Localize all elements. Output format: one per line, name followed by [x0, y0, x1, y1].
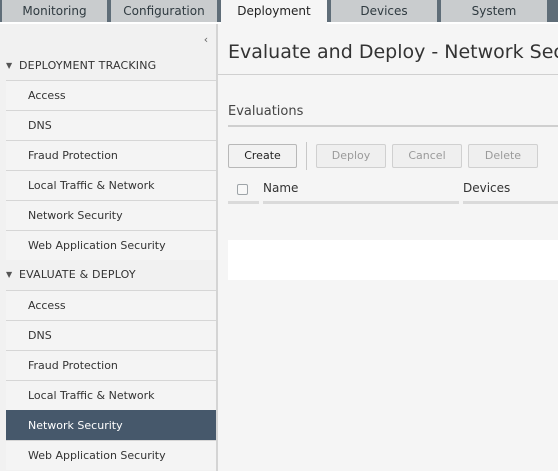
column-rule — [463, 201, 558, 204]
sidebar-item-evaluate-fraud-protection[interactable]: Fraud Protection — [6, 350, 216, 380]
sidebar-item-tracking-access[interactable]: Access — [6, 80, 216, 110]
sidebar-item-tracking-network-security[interactable]: Network Security — [6, 200, 216, 230]
sidebar: ‹ ▼ DEPLOYMENT TRACKING Access DNS Fraud … — [0, 24, 216, 471]
tab-monitoring[interactable]: Monitoring — [2, 0, 107, 22]
sidebar-item-evaluate-network-security[interactable]: Network Security — [6, 410, 216, 440]
column-rule — [263, 201, 459, 204]
divider — [228, 125, 558, 127]
deploy-button[interactable]: Deploy — [316, 144, 386, 168]
section-deployment-tracking[interactable]: ▼ DEPLOYMENT TRACKING — [0, 53, 216, 79]
column-header-devices[interactable]: Devices — [463, 181, 510, 195]
sidebar-item-tracking-fraud-protection[interactable]: Fraud Protection — [6, 140, 216, 170]
tab-system[interactable]: System — [441, 0, 547, 22]
cancel-button[interactable]: Cancel — [392, 144, 462, 168]
select-all-checkbox[interactable] — [237, 184, 248, 195]
sidebar-item-evaluate-dns[interactable]: DNS — [6, 320, 216, 350]
table-body — [228, 240, 558, 280]
divider — [218, 74, 558, 75]
section-label: DEPLOYMENT TRACKING — [19, 59, 157, 72]
chevron-left-icon[interactable]: ‹ — [198, 32, 214, 48]
sidebar-item-tracking-web-app-security[interactable]: Web Application Security — [6, 230, 216, 260]
section-label: EVALUATE & DEPLOY — [19, 268, 136, 281]
column-header-name[interactable]: Name — [263, 181, 298, 195]
main-panel: Evaluate and Deploy - Network Security E… — [218, 24, 558, 471]
tab-devices[interactable]: Devices — [331, 0, 437, 22]
sidebar-item-evaluate-local-traffic[interactable]: Local Traffic & Network — [6, 380, 216, 410]
top-nav-bar: Monitoring Configuration Deployment Devi… — [0, 0, 558, 24]
sidebar-item-evaluate-web-app-security[interactable]: Web Application Security — [6, 440, 216, 470]
caret-down-icon: ▼ — [6, 61, 13, 70]
delete-button[interactable]: Delete — [468, 144, 538, 168]
column-rule — [228, 201, 259, 204]
section-evaluate-deploy[interactable]: ▼ EVALUATE & DEPLOY — [0, 262, 216, 288]
caret-down-icon: ▼ — [6, 270, 13, 279]
sidebar-item-evaluate-access[interactable]: Access — [6, 290, 216, 320]
tab-configuration[interactable]: Configuration — [111, 0, 217, 22]
toolbar-separator — [306, 142, 307, 170]
tab-deployment[interactable]: Deployment — [221, 0, 327, 24]
sidebar-item-tracking-local-traffic[interactable]: Local Traffic & Network — [6, 170, 216, 200]
sidebar-item-tracking-dns[interactable]: DNS — [6, 110, 216, 140]
create-button[interactable]: Create — [228, 144, 297, 168]
evaluations-title: Evaluations — [228, 104, 304, 119]
page-title: Evaluate and Deploy - Network Security — [228, 41, 558, 63]
